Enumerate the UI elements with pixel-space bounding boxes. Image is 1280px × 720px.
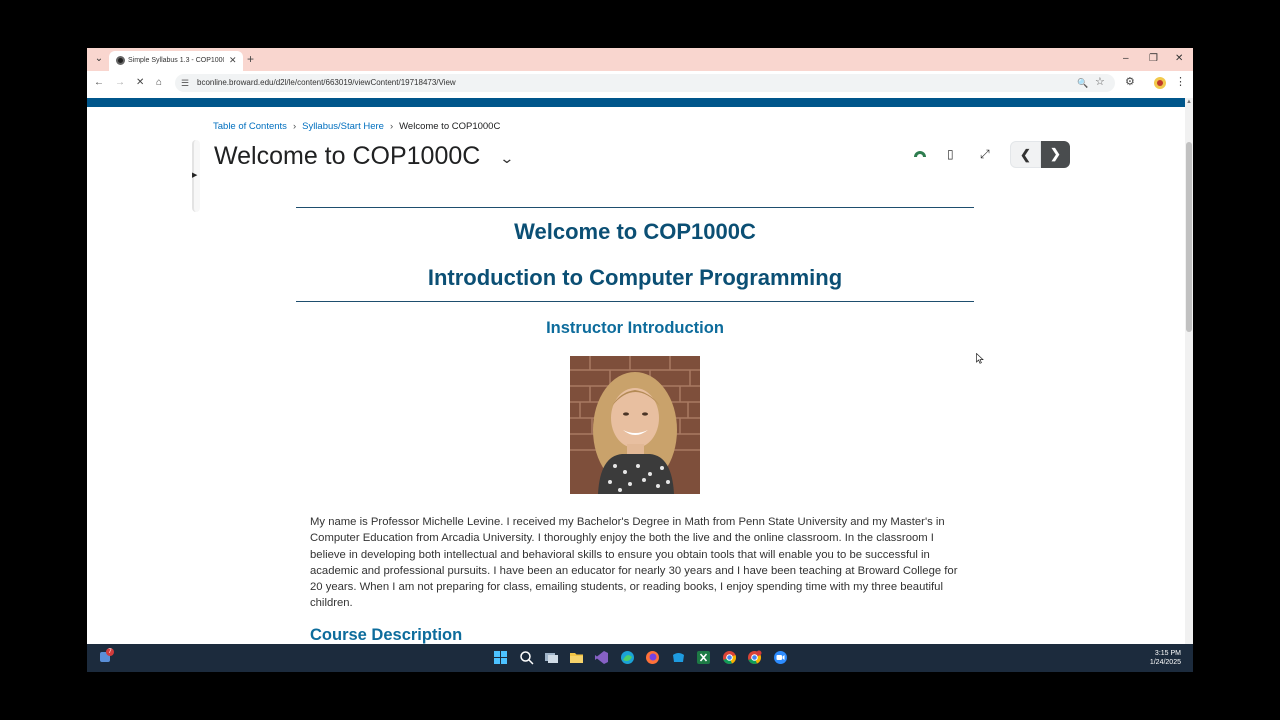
url-text[interactable]: bconline.broward.edu/d2l/le/content/6630… <box>197 77 456 89</box>
expand-arrow-icon[interactable]: ▶ <box>192 171 197 181</box>
firefox-icon[interactable] <box>645 650 660 665</box>
breadcrumb: Table of Contents › Syllabus/Start Here › We… <box>213 120 500 134</box>
stop-loading-icon[interactable]: ✕ <box>136 75 144 91</box>
store-icon[interactable] <box>671 650 686 665</box>
home-icon[interactable]: ⌂ <box>156 75 162 91</box>
task-view-icon[interactable] <box>544 650 559 665</box>
screen: ⌄ Simple Syllabus 1.3 - COP1000C ✕ + – ❐… <box>87 48 1193 672</box>
content-subheading: Introduction to Computer Programming <box>427 265 843 290</box>
scroll-thumb[interactable] <box>1186 142 1192 332</box>
site-info-icon[interactable]: ☰ <box>181 76 189 90</box>
favicon-icon <box>116 56 125 65</box>
clock-time: 3:15 PM <box>1154 650 1181 657</box>
minimize-icon[interactable]: – <box>1123 51 1129 67</box>
mouse-cursor-icon <box>976 353 984 364</box>
chrome-icon[interactable] <box>722 650 737 665</box>
search-icon[interactable] <box>519 650 534 665</box>
system-clock[interactable]: 3:15 PM 1/24/2025 <box>1150 649 1181 667</box>
breadcrumb-separator-icon: › <box>389 121 394 132</box>
excel-icon[interactable] <box>696 650 711 665</box>
scroll-up-icon[interactable]: ▲ <box>1186 99 1192 105</box>
profile-icon[interactable] <box>1154 77 1166 89</box>
breadcrumb-separator-icon: › <box>292 121 297 132</box>
course-description-heading: Course Description <box>310 626 463 644</box>
browser-toolbar: ← → ✕ ⌂ ☰ bconline.broward.edu/d2l/le/co… <box>87 71 1193 95</box>
visual-studio-icon[interactable] <box>594 650 609 665</box>
edge-icon[interactable] <box>620 650 635 665</box>
forward-icon[interactable]: → <box>115 75 125 91</box>
bookmark-icon[interactable]: ▯ <box>947 147 954 161</box>
fullscreen-icon[interactable]: ⤢ <box>980 147 990 161</box>
instructor-bio: My name is Professor Michelle Levine. I … <box>310 516 958 610</box>
window-close-icon[interactable]: ✕ <box>1175 51 1183 67</box>
divider <box>296 207 974 208</box>
star-icon[interactable]: ☆ <box>1095 75 1105 89</box>
address-bar[interactable]: ☰ bconline.broward.edu/d2l/le/content/66… <box>175 74 1115 92</box>
next-topic-button[interactable]: ❯ <box>1041 141 1070 168</box>
zoom-app-icon[interactable] <box>773 650 788 665</box>
file-explorer-icon[interactable] <box>569 650 584 665</box>
close-icon[interactable]: ✕ <box>229 54 237 66</box>
breadcrumb-current: Welcome to COP1000C <box>399 121 501 132</box>
clock-date: 1/24/2025 <box>1149 659 1181 666</box>
tab-title: Simple Syllabus 1.3 - COP1000C <box>128 57 224 64</box>
menu-icon[interactable]: ⋮ <box>1175 75 1186 89</box>
instructor-heading: Instructor Introduction <box>546 319 724 337</box>
page-title: Welcome to COP1000C <box>214 142 481 170</box>
restore-icon[interactable]: ❐ <box>1149 51 1158 67</box>
previous-topic-button[interactable]: ❮ <box>1010 141 1041 168</box>
chrome-profile-icon[interactable] <box>747 650 762 665</box>
chevron-down-icon[interactable]: ⌄ <box>499 148 514 168</box>
browser-tab-strip: ⌄ Simple Syllabus 1.3 - COP1000C ✕ + – ❐… <box>87 48 1193 71</box>
brand-bar <box>87 98 1185 107</box>
completion-icon <box>914 151 926 157</box>
divider <box>296 301 974 302</box>
tab-search-icon[interactable]: ⌄ <box>91 51 107 67</box>
chevron-left-icon: ❮ <box>1020 147 1031 162</box>
breadcrumb-table-of-contents[interactable]: Table of Contents <box>213 121 287 132</box>
instructor-photo <box>570 356 700 494</box>
chevron-right-icon: ❯ <box>1050 146 1061 161</box>
windows-start-icon[interactable] <box>493 650 508 665</box>
extensions-icon[interactable]: ⚙ <box>1125 75 1135 89</box>
browser-tab[interactable]: Simple Syllabus 1.3 - COP1000C ✕ <box>109 51 243 71</box>
new-tab-icon[interactable]: + <box>247 52 254 66</box>
zoom-icon[interactable]: 🔍 <box>1077 76 1088 90</box>
page-scrollbar[interactable]: ▲ ▼ <box>1185 98 1193 644</box>
back-icon[interactable]: ← <box>94 75 104 91</box>
windows-taskbar: 7 3:15 PM 1/24/2025 <box>87 644 1193 672</box>
notification-badge: 7 <box>106 648 114 656</box>
breadcrumb-syllabus[interactable]: Syllabus/Start Here <box>302 121 384 132</box>
content-heading: Welcome to COP1000C <box>514 219 756 244</box>
